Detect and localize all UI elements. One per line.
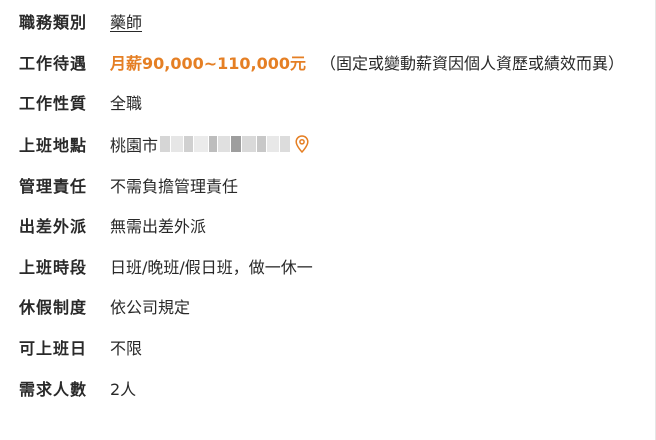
detail-value: 桃園市: [110, 132, 309, 156]
salary-note: （固定或變動薪資因個人資歷或績效而異）: [320, 54, 625, 73]
detail-value: 無需出差外派: [110, 217, 207, 236]
location-address-redacted: [160, 136, 291, 152]
detail-value: 藥師: [110, 9, 142, 33]
detail-value: 2人: [110, 380, 137, 399]
detail-row-start-date: 可上班日 不限: [0, 334, 656, 360]
detail-label: 上班地點: [19, 136, 88, 155]
detail-label: 休假制度: [19, 298, 88, 317]
detail-value: 不需負擔管理責任: [110, 177, 239, 196]
detail-row-location: 上班地點 桃園市: [0, 131, 656, 157]
detail-label: 可上班日: [19, 339, 88, 358]
detail-row-leave-policy: 休假制度 依公司規定: [0, 293, 656, 319]
detail-row-job-type: 工作性質 全職: [0, 89, 656, 115]
detail-value: 日班/晚班/假日班，做一休一: [110, 258, 313, 277]
detail-label: 上班時段: [19, 258, 88, 277]
detail-row-management: 管理責任 不需負擔管理責任: [0, 172, 656, 198]
detail-row-job-category: 職務類別 藥師: [0, 8, 656, 34]
detail-row-shift: 上班時段 日班/晚班/假日班，做一休一: [0, 253, 656, 279]
location-city: 桃園市: [110, 136, 159, 155]
detail-label: 工作待遇: [19, 54, 88, 73]
detail-row-salary: 工作待遇 月薪90,000~110,000元 （固定或變動薪資因個人資歷或績效而…: [0, 49, 656, 75]
job-details-panel: 職務類別 藥師 工作待遇 月薪90,000~110,000元 （固定或變動薪資因…: [0, 0, 656, 440]
detail-label: 需求人數: [19, 380, 88, 399]
detail-label: 職務類別: [19, 13, 88, 32]
detail-value: 不限: [110, 339, 143, 358]
detail-row-headcount: 需求人數 2人: [0, 375, 656, 401]
detail-label: 出差外派: [19, 217, 88, 236]
detail-value: 全職: [110, 94, 143, 113]
salary-value: 月薪90,000~110,000元: [110, 54, 307, 73]
detail-value: 依公司規定: [110, 298, 191, 317]
detail-label: 工作性質: [19, 94, 88, 113]
detail-label: 管理責任: [19, 177, 88, 196]
map-pin-icon[interactable]: [295, 135, 309, 153]
job-category-link[interactable]: 藥師: [110, 9, 142, 33]
detail-row-business-trip: 出差外派 無需出差外派: [0, 212, 656, 238]
detail-value: 月薪90,000~110,000元 （固定或變動薪資因個人資歷或績效而異）: [110, 50, 624, 74]
